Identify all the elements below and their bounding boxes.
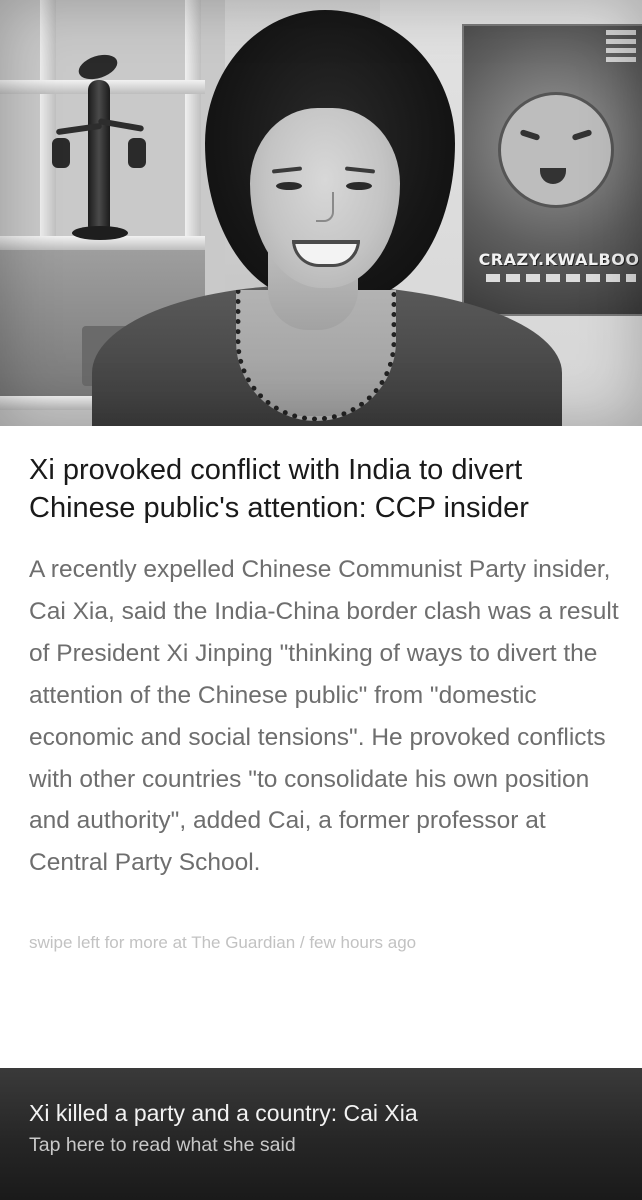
article-headline: Xi provoked conflict with India to diver… [29,454,529,524]
banner-title[interactable]: Xi killed a party and a country: Cai Xia [29,1098,619,1128]
article-photo: CRAZY.KWALBOO [0,0,642,426]
banner-subtitle[interactable]: Tap here to read what she said [29,1131,619,1159]
photo-vignette [0,0,642,426]
source-attribution: swipe left for more at The Guardian / fe… [29,933,417,952]
news-card: CRAZY.KWALBOO Xi provoked conflict with … [0,0,642,1200]
article-summary: A recently expelled Chinese Communist Pa… [29,556,619,877]
